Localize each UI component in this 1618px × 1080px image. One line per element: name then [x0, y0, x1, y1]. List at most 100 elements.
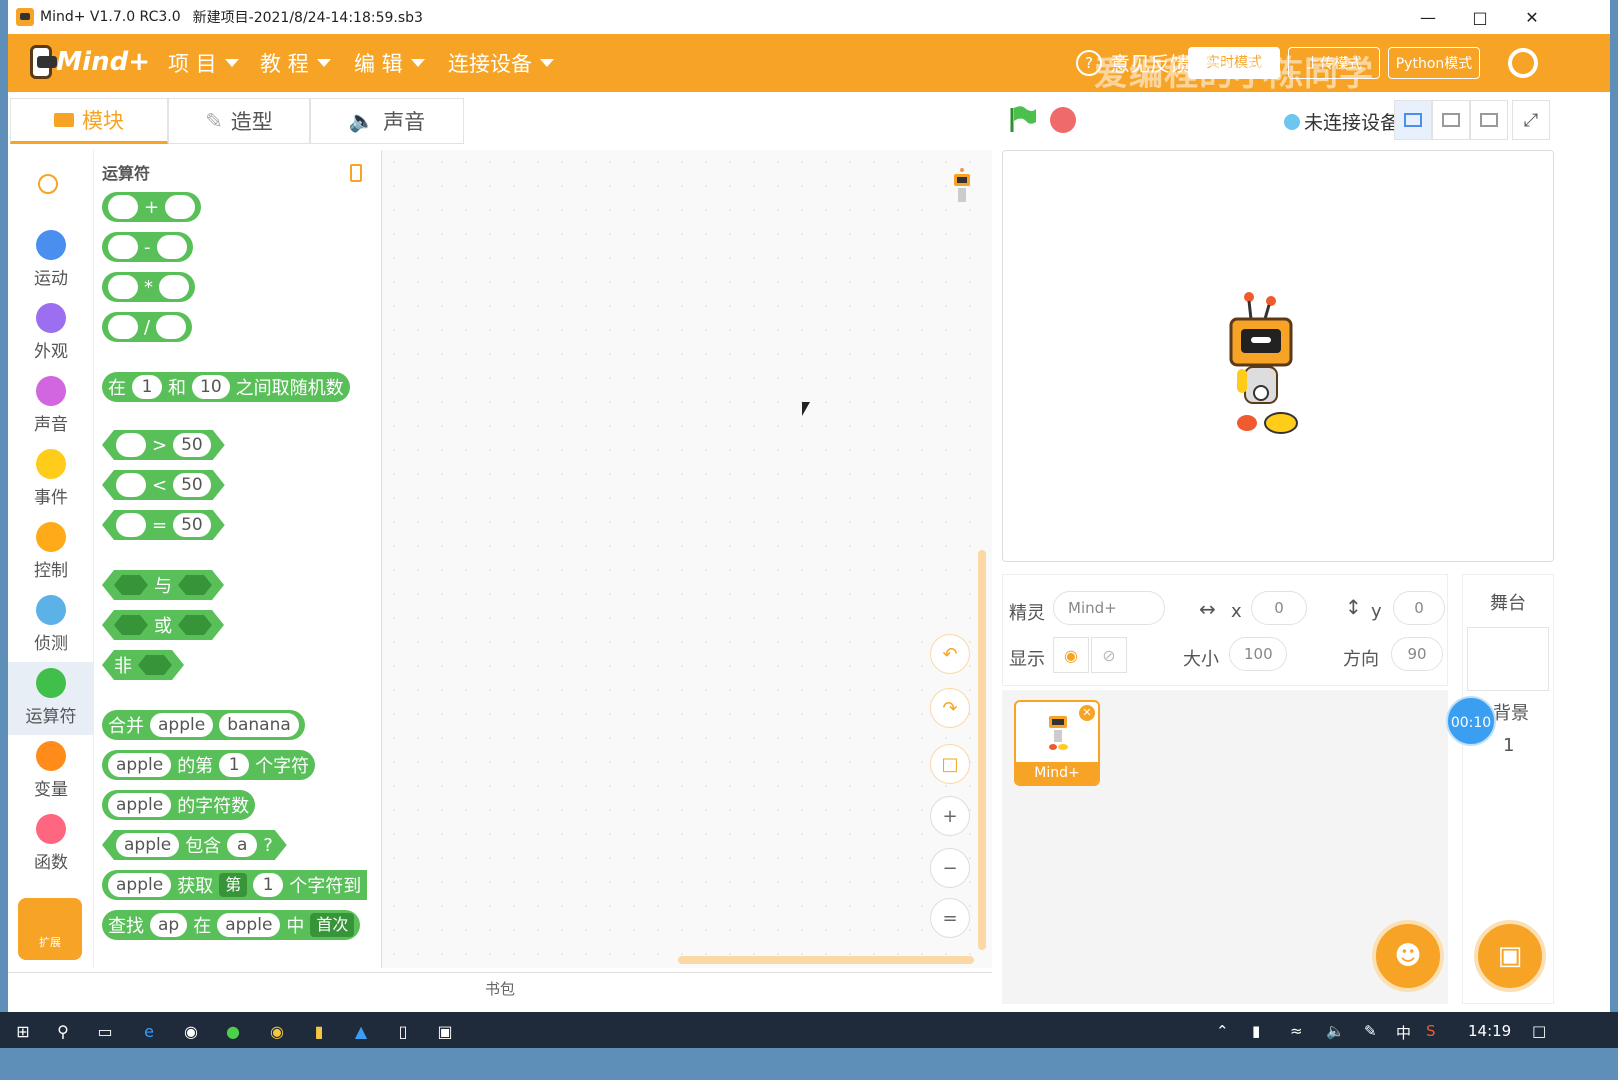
size-input[interactable]: 100 [1229, 637, 1287, 671]
category-events[interactable]: 事件 [8, 449, 94, 522]
block-input[interactable]: 1 [132, 375, 162, 399]
mindplus-robot-sprite[interactable] [1221, 291, 1301, 451]
block-input[interactable] [165, 195, 196, 219]
layout-stage-only-button[interactable] [1470, 100, 1508, 140]
search-icon[interactable] [38, 174, 58, 194]
wechat-icon[interactable]: ● [222, 1020, 244, 1042]
block-join[interactable]: 合并 apple banana [102, 710, 305, 740]
menu-connect-device[interactable]: 连接设备 [448, 48, 554, 78]
block-not[interactable]: 非 [102, 650, 184, 680]
extensions-button[interactable]: 扩展 [18, 898, 82, 960]
block-input[interactable] [159, 275, 189, 299]
block-input[interactable] [114, 575, 148, 595]
tab-sounds[interactable]: 🔈 声音 [310, 98, 464, 144]
block-substring[interactable]: apple 获取第 1 个字符到 [102, 870, 368, 900]
block-input[interactable] [116, 513, 146, 537]
pin-icon[interactable] [350, 164, 362, 182]
category-sound[interactable]: 声音 [8, 376, 94, 449]
category-looks[interactable]: 外观 [8, 303, 94, 376]
zoom-out-button[interactable]: − [930, 848, 970, 888]
x-input[interactable]: 0 [1251, 591, 1307, 625]
block-input[interactable]: apple [108, 873, 172, 897]
block-input[interactable]: a [227, 833, 257, 857]
sprite-name-input[interactable]: Mind+ [1053, 591, 1165, 625]
sprite-thumbnail[interactable]: ✕ Mind+ [1014, 700, 1100, 786]
menu-project[interactable]: 项 目 [168, 48, 239, 78]
search-icon[interactable]: ⚲ [52, 1020, 74, 1042]
app-icon[interactable]: ◉ [180, 1020, 202, 1042]
maximize-button[interactable]: □ [1456, 0, 1504, 34]
block-divide[interactable]: / [102, 312, 193, 342]
layout-small-stage-button[interactable] [1394, 100, 1432, 140]
menu-tutorial[interactable]: 教 程 [260, 48, 331, 78]
backpack-bar[interactable]: 书包 [8, 972, 992, 1004]
block-input[interactable]: apple [150, 713, 214, 737]
add-backdrop-button[interactable]: ▣ [1474, 920, 1546, 992]
category-variables[interactable]: 变量 [8, 741, 94, 814]
clock[interactable]: 14:19 [1468, 1022, 1511, 1040]
python-mode-button[interactable]: Python模式 [1388, 47, 1480, 79]
block-input[interactable]: 50 [173, 513, 211, 537]
zoom-in-button[interactable]: + [930, 796, 970, 836]
block-dropdown[interactable]: 首次 [310, 913, 355, 937]
block-input[interactable] [108, 235, 138, 259]
block-input[interactable]: ap [150, 913, 188, 937]
category-control[interactable]: 控制 [8, 522, 94, 595]
block-input[interactable]: apple [116, 833, 179, 857]
layout-large-stage-button[interactable] [1432, 100, 1470, 140]
taskbar-app-icon[interactable]: ▲ [350, 1020, 372, 1042]
delete-sprite-icon[interactable]: ✕ [1079, 705, 1095, 721]
block-letter-of[interactable]: apple 的第 1 个字符 [102, 750, 316, 780]
category-functions[interactable]: 函数 [8, 814, 94, 887]
block-multiply[interactable]: * [102, 272, 195, 302]
crop-button[interactable]: □ [930, 744, 970, 784]
fullscreen-button[interactable]: ⤢ [1512, 100, 1550, 140]
script-area[interactable]: ↶ ↷ □ + − = [382, 150, 992, 968]
chrome-icon[interactable]: ◉ [266, 1020, 288, 1042]
block-input[interactable]: apple [108, 793, 172, 817]
block-input[interactable] [178, 615, 212, 635]
hide-sprite-toggle[interactable]: ⊘ [1091, 637, 1127, 673]
block-contains[interactable]: apple 包含 a? [102, 830, 287, 860]
block-dropdown[interactable]: 第 [219, 873, 248, 897]
block-input[interactable] [178, 575, 212, 595]
redo-button[interactable]: ↷ [930, 688, 970, 728]
block-input[interactable] [138, 655, 172, 675]
block-input[interactable] [116, 473, 146, 497]
ime-indicator[interactable]: 中 [1396, 1022, 1411, 1043]
block-input[interactable] [116, 433, 146, 457]
block-input[interactable]: 10 [192, 375, 230, 399]
menu-edit[interactable]: 编 辑 [354, 48, 425, 78]
stop-icon[interactable] [1050, 107, 1076, 133]
settings-gear-icon[interactable] [1508, 48, 1538, 78]
block-input[interactable] [156, 315, 187, 339]
block-input[interactable] [156, 235, 187, 259]
category-operators[interactable]: 运算符 [8, 662, 94, 735]
block-and[interactable]: 与 [102, 570, 224, 600]
tray-chevron-icon[interactable]: ⌃ [1216, 1022, 1229, 1040]
file-explorer-icon[interactable]: ▮ [308, 1020, 330, 1042]
stage-canvas[interactable] [1002, 150, 1554, 562]
windows-start-icon[interactable]: ⊞ [12, 1020, 34, 1042]
notification-icon[interactable]: □ [1532, 1022, 1546, 1040]
block-input[interactable]: apple [108, 753, 172, 777]
document-icon[interactable]: ▯ [392, 1020, 414, 1042]
minimize-button[interactable]: — [1404, 0, 1452, 34]
block-equals[interactable]: = 50 [102, 510, 225, 540]
direction-input[interactable]: 90 [1391, 637, 1443, 671]
block-input[interactable]: banana [219, 713, 299, 737]
horizontal-scrollbar[interactable] [678, 956, 974, 964]
block-input[interactable]: 1 [219, 753, 250, 777]
block-input[interactable] [114, 615, 148, 635]
tab-costumes[interactable]: ✎ 造型 [168, 98, 310, 144]
block-input[interactable]: apple [217, 913, 281, 937]
show-sprite-toggle[interactable]: ◉ [1053, 637, 1089, 673]
block-or[interactable]: 或 [102, 610, 224, 640]
vertical-scrollbar[interactable] [978, 550, 986, 950]
block-subtract[interactable]: - [102, 232, 193, 262]
add-sprite-button[interactable]: ☻ [1372, 920, 1444, 992]
green-flag-icon[interactable] [1008, 104, 1038, 134]
block-input[interactable]: 1 [253, 873, 284, 897]
volume-icon[interactable]: 🔈 [1326, 1022, 1345, 1040]
block-input[interactable]: 50 [173, 473, 211, 497]
